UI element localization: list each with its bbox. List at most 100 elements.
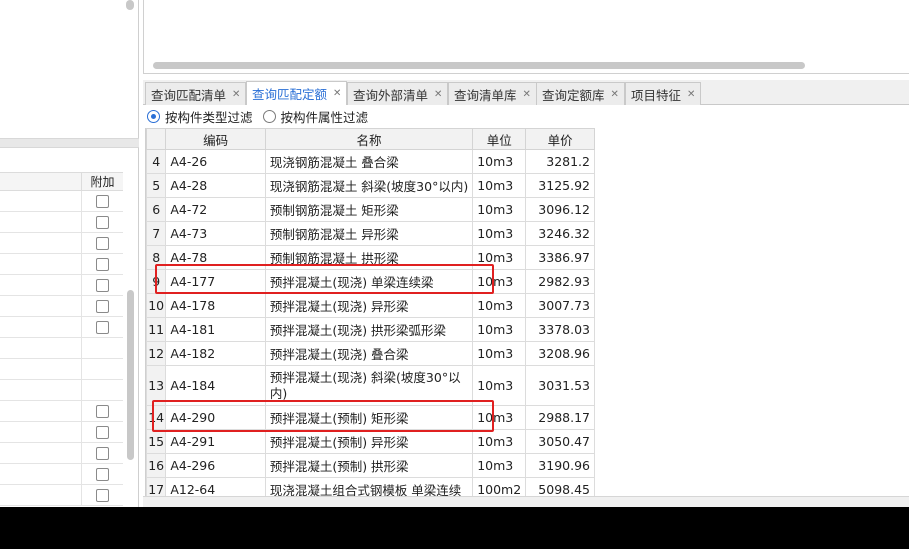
extra-checkbox[interactable] xyxy=(96,446,109,460)
left-panel: 附加 xyxy=(0,0,139,507)
table-row[interactable]: 7 A4-73 预制钢筋混凝土 异形梁 10m3 3246.32 xyxy=(146,221,595,246)
left-grid-row xyxy=(0,401,123,422)
tab-label: 查询定额库 xyxy=(542,87,605,103)
extra-checkbox[interactable] xyxy=(96,404,109,418)
row-name: 现浇钢筋混凝土 斜梁(坡度30°以内) xyxy=(264,173,474,198)
row-name: 现浇混凝土组合式钢模板 单梁连续 xyxy=(264,477,474,496)
close-icon[interactable]: ✕ xyxy=(687,89,695,100)
row-code: A4-72 xyxy=(165,197,266,222)
table-row[interactable]: 5 A4-28 现浇钢筋混凝土 斜梁(坡度30°以内) 10m3 3125.92 xyxy=(146,173,595,198)
row-index: 11 xyxy=(146,317,167,342)
close-icon[interactable]: ✕ xyxy=(333,88,341,99)
row-price: 3386.97 xyxy=(525,245,595,270)
left-grid-row xyxy=(0,254,123,275)
left-grid-row xyxy=(0,233,123,254)
row-unit: 10m3 xyxy=(472,317,527,342)
bottom-horizontal-scrollbar[interactable] xyxy=(143,496,909,507)
left-grid-row xyxy=(0,317,123,338)
left-grid-row xyxy=(0,296,123,317)
filter-by-type-label[interactable]: 按构件类型过滤 xyxy=(165,107,253,126)
row-name: 预拌混凝土(现浇) 拱形梁弧形梁 xyxy=(264,317,474,342)
header-index xyxy=(146,128,167,150)
table-row[interactable]: 10 A4-178 预拌混凝土(现浇) 异形梁 10m3 3007.73 xyxy=(146,293,595,318)
row-price: 5098.45 xyxy=(525,477,595,496)
left-grid-row xyxy=(0,338,123,359)
row-index: 5 xyxy=(146,173,167,198)
header-name[interactable]: 名称 xyxy=(264,128,474,150)
tab-quota-library[interactable]: 查询定额库 ✕ xyxy=(536,82,625,105)
extra-checkbox[interactable] xyxy=(96,488,109,502)
left-grid-row xyxy=(0,275,123,296)
table-row[interactable]: 12 A4-182 预拌混凝土(现浇) 叠合梁 10m3 3208.96 xyxy=(146,341,595,366)
close-icon[interactable]: ✕ xyxy=(232,89,240,100)
left-top-scrollbar[interactable] xyxy=(126,0,134,10)
app-window: 附加 查询匹配清单 ✕ 查询匹配定额 ✕ 查询外部清单 ✕ 查询清单库 ✕ 查询… xyxy=(0,0,909,507)
row-unit: 10m3 xyxy=(472,293,527,318)
tab-match-quota[interactable]: 查询匹配定额 ✕ xyxy=(246,81,348,105)
top-horizontal-scrollbar[interactable] xyxy=(153,62,805,69)
extra-checkbox[interactable] xyxy=(96,236,109,250)
row-index: 15 xyxy=(146,429,167,454)
query-tabbar: 查询匹配清单 ✕ 查询匹配定额 ✕ 查询外部清单 ✕ 查询清单库 ✕ 查询定额库 ✕ 项目… xyxy=(143,80,909,105)
left-vertical-scrollbar[interactable] xyxy=(127,290,134,460)
row-price: 3096.12 xyxy=(525,197,595,222)
row-name: 预制钢筋混凝土 异形梁 xyxy=(264,221,474,246)
extra-checkbox[interactable] xyxy=(96,278,109,292)
tab-label: 查询匹配定额 xyxy=(252,87,328,102)
row-code: A12-64 xyxy=(165,477,266,496)
header-price[interactable]: 单价 xyxy=(525,128,595,150)
close-icon[interactable]: ✕ xyxy=(434,89,442,100)
row-name: 预拌混凝土(预制) 异形梁 xyxy=(264,429,474,454)
extra-checkbox[interactable] xyxy=(96,299,109,313)
filter-by-type-radio[interactable] xyxy=(147,109,160,123)
tab-external-bill[interactable]: 查询外部清单 ✕ xyxy=(347,82,449,105)
row-code: A4-178 xyxy=(165,293,266,318)
row-name: 预制钢筋混凝土 矩形梁 xyxy=(264,197,474,222)
quota-table-container: 编码 名称 单位 单价 4 A4-26 现浇钢筋混凝土 叠合梁 10m3 3281.2 … xyxy=(145,128,595,496)
row-index: 12 xyxy=(146,341,167,366)
tab-match-bill[interactable]: 查询匹配清单 ✕ xyxy=(145,82,247,105)
row-code: A4-296 xyxy=(165,453,266,478)
row-index: 10 xyxy=(146,293,167,318)
left-grid-header-extra: 附加 xyxy=(90,175,115,189)
table-row[interactable]: 6 A4-72 预制钢筋混凝土 矩形梁 10m3 3096.12 xyxy=(146,197,595,222)
close-icon[interactable]: ✕ xyxy=(611,89,619,100)
extra-checkbox[interactable] xyxy=(96,194,109,208)
extra-checkbox[interactable] xyxy=(96,257,109,271)
row-unit: 10m3 xyxy=(472,173,527,198)
filter-options: 按构件类型过滤 按构件属性过滤 xyxy=(143,106,909,126)
extra-checkbox[interactable] xyxy=(96,425,109,439)
filter-by-attr-label[interactable]: 按构件属性过滤 xyxy=(281,107,369,126)
left-grid-row xyxy=(0,464,123,485)
tab-project-features[interactable]: 项目特征 ✕ xyxy=(625,82,702,105)
table-row[interactable]: 16 A4-296 预拌混凝土(预制) 拱形梁 10m3 3190.96 xyxy=(146,453,595,478)
tab-label: 查询清单库 xyxy=(454,87,517,103)
row-price: 3050.47 xyxy=(525,429,595,454)
table-row[interactable]: 11 A4-181 预拌混凝土(现浇) 拱形梁弧形梁 10m3 3378.03 xyxy=(146,317,595,342)
table-row[interactable]: 15 A4-291 预拌混凝土(预制) 异形梁 10m3 3050.47 xyxy=(146,429,595,454)
left-grid-row xyxy=(0,422,123,443)
header-unit[interactable]: 单位 xyxy=(472,128,527,150)
left-grid-row xyxy=(0,359,123,380)
row-index: 17 xyxy=(146,477,167,496)
row-price: 3378.03 xyxy=(525,317,595,342)
tab-label: 查询匹配清单 xyxy=(151,87,227,103)
header-code[interactable]: 编码 xyxy=(165,128,266,150)
extra-checkbox[interactable] xyxy=(96,467,109,481)
extra-checkbox[interactable] xyxy=(96,320,109,334)
table-row[interactable]: 17 A12-64 现浇混凝土组合式钢模板 单梁连续 100m2 5098.45 xyxy=(146,477,595,496)
extra-checkbox[interactable] xyxy=(96,215,109,229)
close-icon[interactable]: ✕ xyxy=(523,89,531,100)
table-row[interactable]: 4 A4-26 现浇钢筋混凝土 叠合梁 10m3 3281.2 xyxy=(146,149,595,174)
tab-bill-library[interactable]: 查询清单库 ✕ xyxy=(448,82,537,105)
row-name: 预拌混凝土(现浇) 异形梁 xyxy=(264,293,474,318)
row-price: 3031.53 xyxy=(525,365,595,406)
row-price: 3281.2 xyxy=(525,149,595,174)
highlight-box-row-9 xyxy=(155,264,494,294)
row-code: A4-73 xyxy=(165,221,266,246)
row-code: A4-28 xyxy=(165,173,266,198)
filter-by-attr-radio[interactable] xyxy=(262,109,276,123)
row-index: 16 xyxy=(146,453,167,478)
row-unit: 100m2 xyxy=(472,477,527,496)
left-grid-row xyxy=(0,191,123,212)
